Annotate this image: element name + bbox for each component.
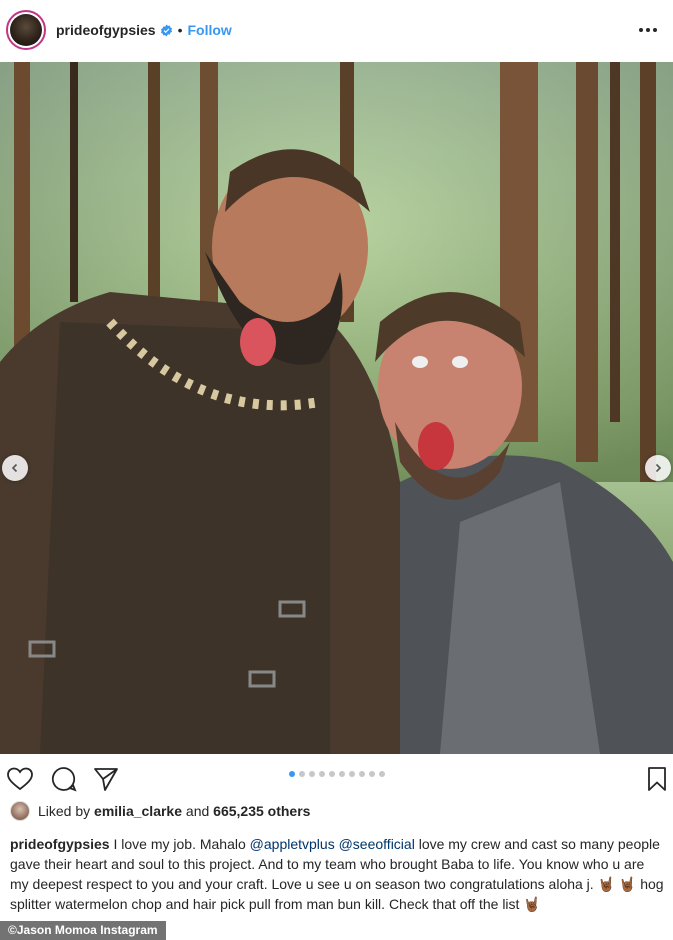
username-link[interactable]: prideofgypsies [56, 22, 156, 38]
carousel-dot [338, 771, 345, 777]
carousel-dot [298, 771, 305, 777]
caption-username-link[interactable]: prideofgypsies [10, 836, 110, 852]
separator-dot: • [177, 22, 183, 38]
like-heart-icon[interactable] [6, 765, 34, 793]
carousel-dot [308, 771, 315, 777]
profile-avatar[interactable] [6, 10, 46, 50]
post-caption: prideofgypsies I love my job. Mahalo @ap… [10, 834, 665, 914]
carousel-dot [378, 771, 385, 777]
avatar-image [10, 14, 42, 46]
rock-hand-emoji-3: 🤘🏾 [523, 896, 541, 912]
verified-badge-icon [160, 24, 173, 37]
follow-button[interactable]: Follow [188, 22, 232, 38]
share-paperplane-icon[interactable] [92, 765, 120, 793]
carousel-dot [368, 771, 375, 777]
comment-bubble-icon[interactable] [50, 765, 78, 793]
liker-avatar[interactable] [10, 801, 30, 821]
carousel-next-button[interactable] [645, 455, 671, 481]
carousel-dot [318, 771, 325, 777]
rock-hand-emoji-2: 🤘🏾 [618, 876, 637, 892]
mention-appletvplus-link[interactable]: @appletvplus [250, 836, 335, 852]
likes-summary: Liked by emilia_clarke and 665,235 other… [10, 801, 310, 821]
likes-prefix: Liked by [38, 803, 91, 819]
mention-seeofficial-link[interactable]: @seeofficial [339, 836, 415, 852]
post-photo[interactable] [0, 62, 673, 754]
carousel-dot [288, 771, 295, 777]
carousel-indicator [0, 771, 673, 777]
carousel-dot [348, 771, 355, 777]
rock-hand-emoji-1: 🤘🏾 [597, 876, 616, 892]
bookmark-icon[interactable] [643, 765, 671, 793]
liker-username-link[interactable]: emilia_clarke [94, 803, 182, 819]
likes-and: and [185, 803, 210, 819]
more-horizontal-icon[interactable] [635, 22, 661, 38]
carousel-prev-button[interactable] [2, 455, 28, 481]
photo-illustration [0, 62, 673, 754]
post-header: prideofgypsies • Follow [0, 0, 673, 60]
chevron-left-icon [11, 463, 18, 473]
chevron-right-icon [655, 463, 662, 473]
likes-count-link[interactable]: 665,235 others [213, 803, 310, 819]
action-bar [0, 760, 673, 796]
carousel-dot [328, 771, 335, 777]
photo-credit: ©Jason Momoa Instagram [0, 921, 166, 940]
carousel-dot [358, 771, 365, 777]
caption-text-1: I love my job. Mahalo [109, 836, 250, 852]
